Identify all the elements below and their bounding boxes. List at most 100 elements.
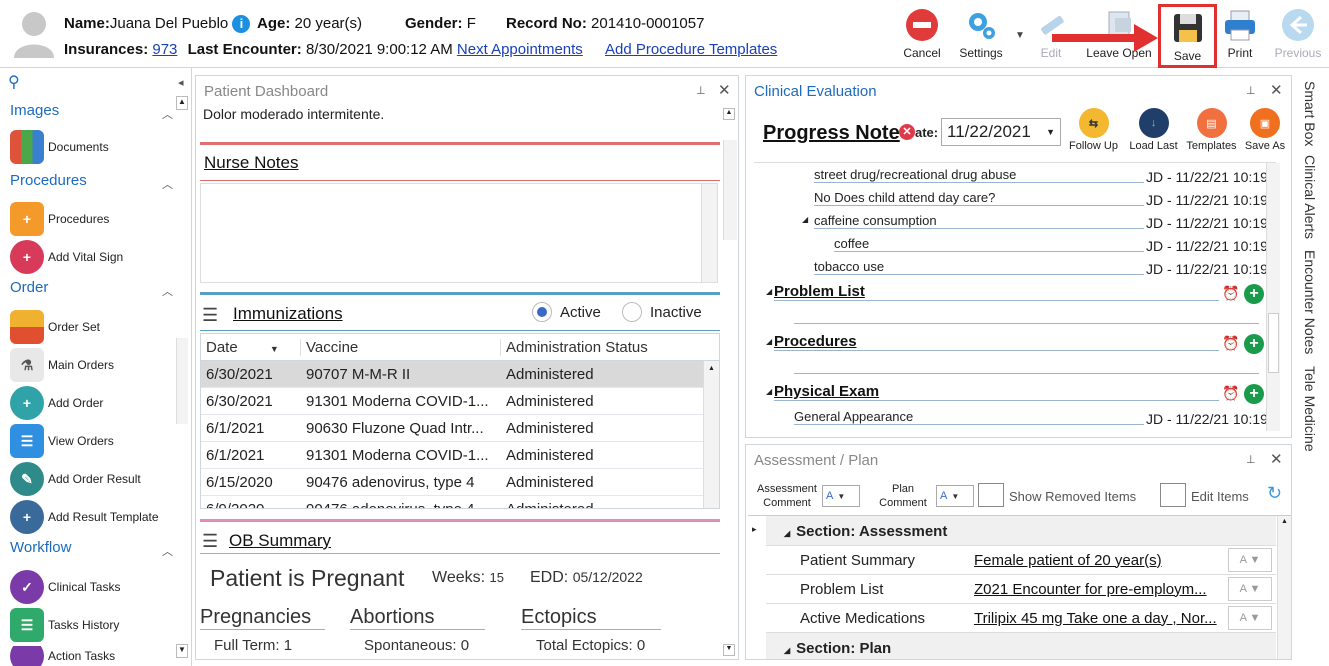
date-picker[interactable]: 11/22/2021 ▼ — [941, 118, 1061, 146]
assessment-row-value[interactable]: Trilipix 45 mg Take one a day , Nor... — [972, 610, 1228, 627]
sidebar-item-procedures[interactable]: + Procedures — [10, 202, 109, 236]
expand-icon[interactable]: ◢ — [802, 215, 808, 224]
active-radio[interactable]: Active — [532, 302, 601, 322]
chevron-up-icon[interactable]: ︿ — [162, 106, 173, 122]
column-vaccine[interactable]: Vaccine — [301, 338, 501, 356]
inactive-radio[interactable]: Inactive — [622, 302, 702, 322]
tree-item[interactable]: tobacco use — [814, 259, 1144, 275]
sidebar-item-view-orders[interactable]: ☰ View Orders — [10, 424, 114, 458]
print-button[interactable]: Print — [1212, 8, 1268, 60]
menu-icon[interactable]: ☰ — [202, 305, 218, 326]
alarm-icon[interactable]: ⏰ — [1222, 335, 1239, 352]
assessment-row-value[interactable]: Female patient of 20 year(s) — [972, 552, 1228, 569]
assessment-row[interactable]: Patient Summary Female patient of 20 year… — [766, 546, 1276, 575]
sidebar-item-add-order[interactable]: + Add Order — [10, 386, 103, 420]
menu-icon[interactable]: ☰ — [202, 531, 218, 552]
scroll-up-icon[interactable]: ▲ — [723, 108, 735, 120]
comment-dropdown[interactable]: A ▼ — [1228, 606, 1272, 630]
close-icon[interactable]: ✕ — [1270, 81, 1283, 99]
tree-item[interactable]: coffee — [834, 236, 1144, 252]
edit-items-checkbox[interactable] — [1160, 483, 1186, 507]
remove-icon[interactable]: ✕ — [899, 124, 915, 140]
problem-list-section[interactable]: Problem List — [774, 283, 1219, 301]
table-row[interactable]: 6/1/2021 91301 Moderna COVID-1... Administ… — [201, 442, 719, 469]
section-assessment-row[interactable]: ◢ Section: Assessment — [766, 516, 1276, 546]
next-appointments-link[interactable]: Next Appointments — [457, 41, 583, 58]
close-icon[interactable]: ✕ — [1270, 450, 1283, 468]
comment-dropdown[interactable]: A ▼ — [1228, 548, 1272, 572]
table-row[interactable]: 6/15/2020 90476 adenovirus, type 4 Adminis… — [201, 469, 719, 496]
add-procedure-templates-link[interactable]: Add Procedure Templates — [605, 41, 777, 58]
close-icon[interactable]: ✕ — [718, 81, 731, 99]
table-row[interactable]: 6/9/2020 90476 adenovirus, type 4 Administ… — [201, 496, 719, 509]
sidebar-item-action-tasks[interactable]: Action Tasks — [10, 646, 115, 666]
refresh-icon[interactable]: ↻ — [1267, 483, 1282, 504]
sidebar-item-clinical-tasks[interactable]: ✓ Clinical Tasks — [10, 570, 120, 604]
pin-icon[interactable]: ⊥ — [1246, 84, 1256, 97]
tree-scrollbar[interactable] — [1266, 163, 1280, 431]
sidebar-item-tasks-history[interactable]: ☰ Tasks History — [10, 608, 119, 642]
save-as-button[interactable]: ▣ Save As — [1240, 108, 1290, 152]
search-icon[interactable]: ⚲ — [8, 72, 20, 92]
procedures-section[interactable]: Procedures — [774, 333, 1219, 351]
settings-button[interactable]: Settings — [953, 8, 1009, 60]
add-procedure-icon[interactable]: + — [1244, 334, 1264, 354]
chevron-up-icon[interactable]: ︿ — [162, 176, 173, 192]
cancel-button[interactable]: Cancel — [894, 8, 950, 60]
sidebar-item-add-order-result[interactable]: ✎ Add Order Result — [10, 462, 141, 496]
section-images[interactable]: Images — [10, 102, 59, 119]
add-problem-icon[interactable]: + — [1244, 284, 1264, 304]
table-scrollbar[interactable]: ▲ — [703, 361, 719, 508]
sidebar-item-documents[interactable]: Documents — [10, 130, 109, 164]
assessment-row-value[interactable]: Z021 Encounter for pre-employm... — [972, 581, 1228, 598]
column-status[interactable]: Administration Status — [501, 339, 701, 356]
chevron-up-icon[interactable]: ︿ — [162, 543, 173, 559]
expand-icon[interactable]: ▸ — [752, 524, 757, 535]
table-row[interactable]: 6/30/2021 90707 M-M-R II Administered — [201, 361, 719, 388]
nurse-notes-scrollbar[interactable] — [701, 184, 717, 282]
sidebar-item-add-result-template[interactable]: + Add Result Template — [10, 500, 159, 534]
section-workflow[interactable]: Workflow — [10, 539, 71, 556]
sidebar-scrollbar[interactable] — [176, 338, 188, 424]
add-exam-icon[interactable]: + — [1244, 384, 1264, 404]
info-icon[interactable]: i — [232, 15, 251, 34]
scroll-down-icon[interactable]: ▼ — [723, 644, 735, 656]
pin-icon[interactable]: ⊥ — [696, 84, 706, 97]
section-order[interactable]: Order — [10, 279, 48, 296]
sidebar-item-order-set[interactable]: Order Set — [10, 310, 100, 344]
scroll-up-icon[interactable]: ▲ — [176, 96, 188, 110]
table-row[interactable]: 6/30/2021 91301 Moderna COVID-1... Adminis… — [201, 388, 719, 415]
templates-button[interactable]: ▤ Templates — [1183, 108, 1240, 152]
tree-item[interactable]: street drug/recreational drug abuse — [814, 167, 1144, 183]
table-row[interactable]: 6/1/2021 90630 Fluzone Quad Intr... Admini… — [201, 415, 719, 442]
tree-item[interactable]: General Appearance — [794, 409, 1144, 425]
load-last-button[interactable]: ↓ Load Last — [1126, 108, 1181, 152]
nurse-notes-input[interactable] — [200, 183, 718, 283]
alarm-icon[interactable]: ⏰ — [1222, 385, 1239, 402]
column-date[interactable]: Date ▼ — [201, 338, 301, 356]
assessment-comment-dropdown[interactable]: A ▼ — [822, 485, 860, 507]
assessment-row[interactable]: Active Medications Trilipix 45 mg Take on… — [766, 604, 1276, 633]
tree-item[interactable]: caffeine consumption — [814, 213, 1144, 229]
tab-encounter-notes[interactable]: Encounter Notes — [1302, 250, 1318, 354]
previous-button[interactable]: Previous — [1268, 8, 1328, 60]
section-plan-row[interactable]: ◢ Section: Plan — [766, 633, 1276, 659]
tab-smart-box[interactable]: Smart Box — [1302, 81, 1318, 146]
comment-dropdown[interactable]: A ▼ — [1228, 577, 1272, 601]
follow-up-button[interactable]: ⇆ Follow Up — [1066, 108, 1121, 152]
insurances-link[interactable]: 973 — [152, 41, 177, 58]
plan-comment-dropdown[interactable]: A ▼ — [936, 485, 974, 507]
show-removed-checkbox[interactable] — [978, 483, 1004, 507]
physical-exam-section[interactable]: Physical Exam — [774, 383, 1219, 401]
expand-icon[interactable]: ◢ — [766, 337, 772, 346]
pin-icon[interactable]: ⊥ — [1246, 453, 1256, 466]
sidebar-item-add-vital-sign[interactable]: + Add Vital Sign — [10, 240, 123, 274]
collapse-icon[interactable]: ◂ — [178, 76, 184, 89]
sidebar-item-main-orders[interactable]: ⚗ Main Orders — [10, 348, 114, 382]
assessment-scrollbar[interactable]: ▲ — [1277, 516, 1291, 659]
save-button[interactable]: Save — [1158, 4, 1217, 68]
section-procedures[interactable]: Procedures — [10, 172, 87, 189]
alarm-icon[interactable]: ⏰ — [1222, 285, 1239, 302]
chevron-up-icon[interactable]: ︿ — [162, 283, 173, 299]
tab-clinical-alerts[interactable]: Clinical Alerts — [1302, 155, 1318, 239]
